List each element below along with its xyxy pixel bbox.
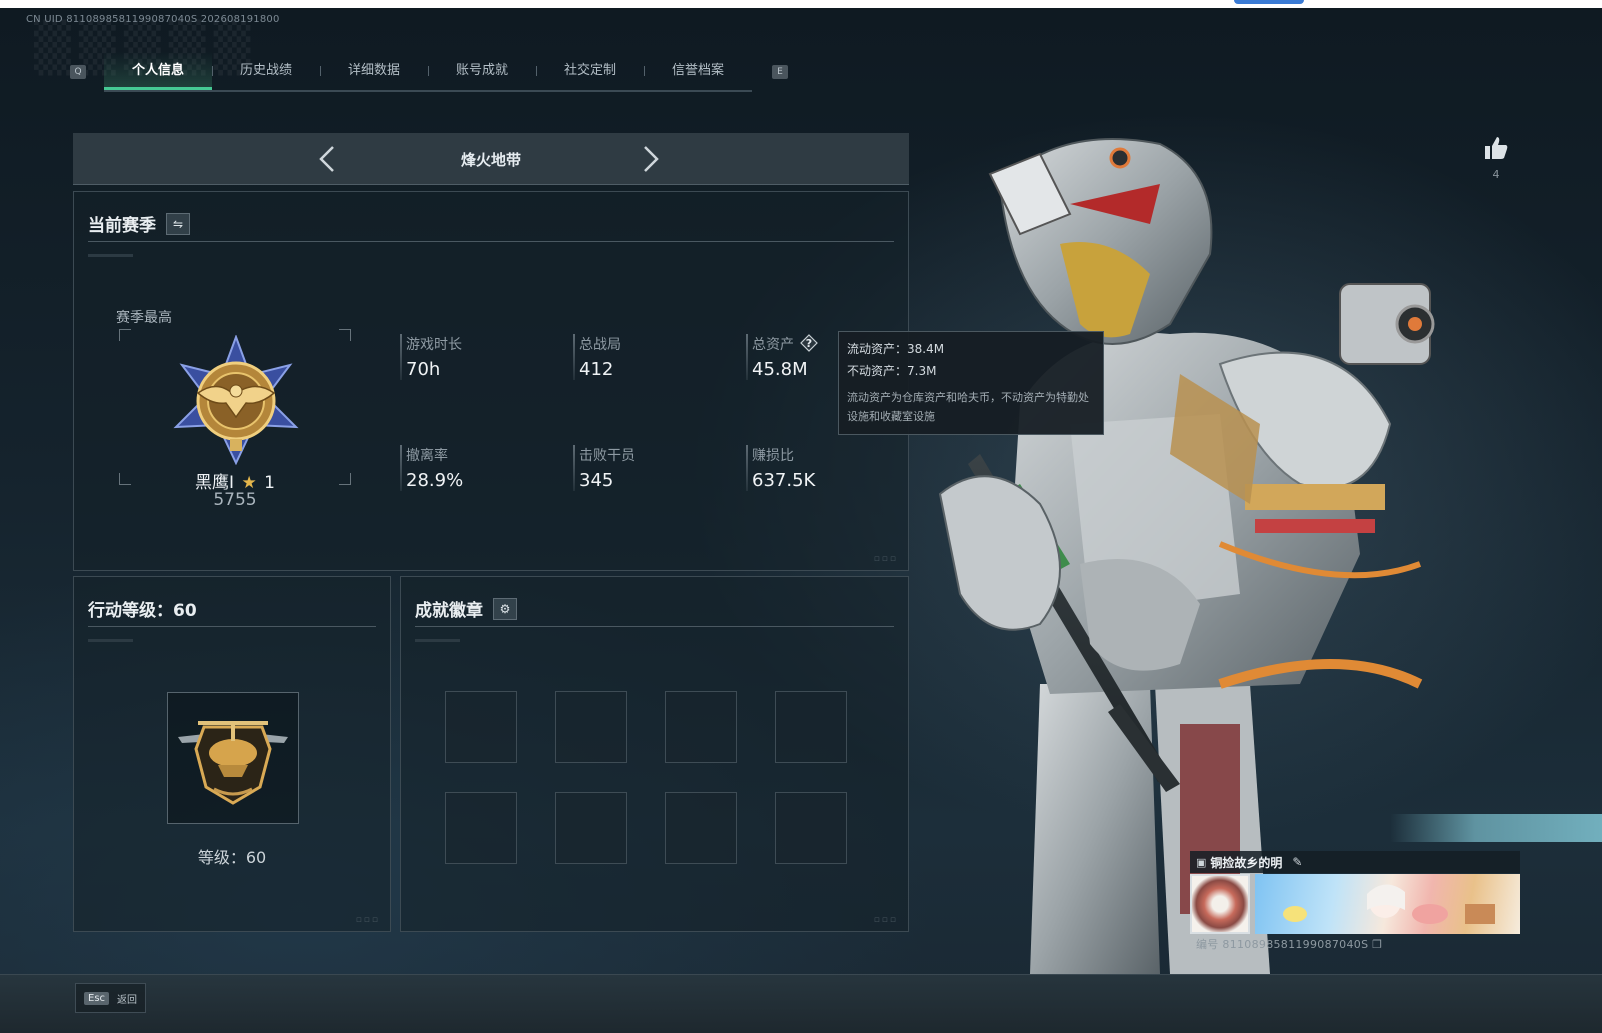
tab-personal-info[interactable]: 个人信息 — [104, 52, 212, 90]
achievement-panel-header: 成就徽章 ⚙ — [415, 591, 894, 627]
panel-corner-decoration: ▫▫▫ — [355, 915, 380, 925]
stat-label: 赚损比 — [752, 448, 794, 464]
mode-selector: 烽火地带 — [73, 133, 909, 185]
back-label: 返回 — [117, 994, 138, 1006]
swap-icon: ⇋ — [172, 216, 184, 231]
achievement-slot[interactable] — [665, 691, 737, 763]
like-button[interactable]: 4 — [1478, 134, 1514, 181]
achievement-slot[interactable] — [775, 691, 847, 763]
esc-key-hint: Esc — [84, 991, 110, 1005]
stat-value: 345 — [579, 470, 614, 491]
season-best-label: 赛季最高 — [116, 310, 172, 326]
tooltip-fixed-assets: 不动资产：7.3M — [847, 364, 937, 378]
tooltip-description: 流动资产为仓库资产和哈夫币，不动资产为特勤处设施和收藏室设施 — [847, 391, 1089, 423]
profile-screen: ▒▒▒▒▒ CN UID 8110898581199087040S 202608… — [0, 8, 1602, 1033]
tab-detailed-data[interactable]: 详细数据 — [320, 52, 428, 90]
achievement-slot[interactable] — [445, 792, 517, 864]
stat-value: 637.5K — [752, 470, 816, 491]
gear-icon: ⚙ — [499, 601, 511, 616]
panel-corner-decoration: ▫▫▫ — [873, 915, 898, 925]
stat-value: 70h — [406, 359, 441, 380]
name-card-title: 铜捡故乡的明 — [1210, 855, 1283, 870]
helicopter-level-badge-icon — [178, 721, 288, 805]
window-top-strip — [0, 0, 1602, 8]
tab-social-customization[interactable]: 社交定制 — [536, 52, 644, 90]
rank-score: 5755 — [213, 490, 257, 510]
uid-line: CN UID 8110898581199087040S 202608191800 — [26, 14, 280, 25]
tab-bar: Q 个人信息 历史战绩 详细数据 账号成就 社交定制 信誉档案 E — [70, 52, 788, 92]
stat-value: 412 — [579, 359, 614, 380]
tab-account-achievements[interactable]: 账号成就 — [428, 52, 536, 90]
panel-decoration — [415, 639, 460, 642]
bottom-bar: Esc 返回 — [0, 974, 1602, 1033]
name-card-avatar[interactable] — [1190, 874, 1250, 934]
mode-title: 烽火地带 — [460, 151, 521, 169]
tab-match-history[interactable]: 历史战绩 — [212, 52, 320, 90]
name-card-banner[interactable] — [1255, 874, 1520, 934]
achievement-slot[interactable] — [775, 792, 847, 864]
window-top-indicator — [1234, 0, 1304, 4]
thumbs-up-icon — [1485, 137, 1508, 159]
switch-season-button[interactable]: ⇋ — [166, 212, 190, 235]
achievement-slot[interactable] — [555, 691, 627, 763]
current-season-panel: 当前赛季 ⇋ 赛季最高 黑鹰I ★ 1 5755 游戏时长 70h 总战局 41… — [73, 191, 909, 571]
tooltip-liquid-assets: 流动资产：38.4M — [847, 342, 945, 356]
panel-decoration — [88, 639, 133, 642]
panel-decoration — [88, 254, 133, 257]
like-count: 4 — [1492, 168, 1500, 181]
black-hawk-rank-emblem-icon — [173, 335, 299, 465]
panel-corner-decoration: ▫▫▫ — [873, 554, 898, 564]
copy-icon[interactable]: ❐ — [1372, 938, 1382, 951]
stat-label: 总资产? — [752, 334, 818, 354]
anime-banner-art-icon — [1283, 884, 1495, 924]
stat-label: 总战局 — [579, 337, 621, 353]
operator-character-model — [938, 138, 1435, 974]
achievement-panel-title: 成就徽章 — [415, 601, 483, 621]
stat-label: 撤离率 — [406, 448, 448, 464]
action-level-panel: 行动等级：60 等级：60 ▫▫▫ — [73, 576, 391, 932]
achievement-slot[interactable] — [445, 691, 517, 763]
mode-next-button[interactable] — [633, 143, 665, 175]
season-panel-header: 当前赛季 ⇋ — [88, 206, 894, 242]
achievement-slot[interactable] — [555, 792, 627, 864]
background-light-streak — [1390, 814, 1602, 842]
chevron-right-icon — [644, 146, 659, 172]
level-panel-title: 行动等级：60 — [88, 601, 197, 621]
name-card-icon: ▣ — [1196, 855, 1207, 869]
tab-prev-key-hint[interactable]: Q — [70, 65, 86, 79]
edit-icon[interactable]: ✎ — [1292, 855, 1302, 869]
stat-value: 45.8M — [752, 359, 808, 380]
svg-text:?: ? — [806, 337, 812, 350]
name-card-header: ▣ 铜捡故乡的明 ✎ — [1190, 851, 1520, 873]
stat-label: 游戏时长 — [406, 337, 462, 353]
back-button[interactable]: Esc 返回 — [75, 983, 147, 1013]
level-badge-frame — [167, 692, 299, 824]
tab-credit-record[interactable]: 信誉档案 — [644, 52, 752, 90]
name-card-uid: 编号 8110898581199087040S ❐ — [1196, 938, 1383, 951]
stat-value: 28.9% — [406, 470, 464, 491]
achievement-slot[interactable] — [665, 792, 737, 864]
help-icon[interactable]: ? — [800, 334, 818, 352]
season-panel-title: 当前赛季 — [88, 216, 156, 236]
achievement-badges-panel: 成就徽章 ⚙ ▫▫▫ — [400, 576, 909, 932]
level-value-label: 等级：60 — [197, 848, 267, 867]
stat-label: 击败干员 — [579, 448, 635, 464]
achievement-settings-button[interactable]: ⚙ — [493, 597, 517, 620]
total-assets-tooltip: 流动资产：38.4M 不动资产：7.3M 流动资产为仓库资产和哈夫币，不动资产为… — [838, 331, 1104, 435]
tab-next-key-hint[interactable]: E — [772, 65, 788, 79]
level-panel-header: 行动等级：60 — [88, 591, 376, 627]
tab-strip: 个人信息 历史战绩 详细数据 账号成就 社交定制 信誉档案 — [104, 52, 752, 92]
